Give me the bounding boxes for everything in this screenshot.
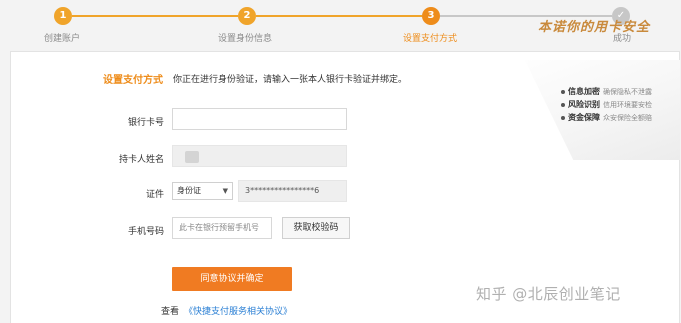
holder-name-label: 持卡人姓名 [118,155,164,165]
id-number-field: 3****************6 [238,180,347,202]
step-3-label: 设置支付方式 [403,34,458,44]
promise-item-risk: 风险识别 信用环境要安检 [561,99,652,110]
phone-input[interactable]: 此卡在银行预留手机号 [172,217,272,239]
holder-name-field [172,145,347,167]
agreement-line: 查看 《快捷支付服务相关协议》 [161,304,292,317]
promise-item-encryption: 信息加密 确保隐私不泄露 [561,86,652,97]
step-2-indicator: 2 [238,7,256,25]
phone-label: 手机号码 [127,227,164,237]
step-3-indicator: 3 [422,7,440,25]
page-title: 设置支付方式 [103,75,163,86]
watermark: 知乎 @北辰创业笔记 [476,285,621,303]
chevron-down-icon: ▼ [222,187,228,195]
bullet-icon [561,102,565,107]
step-1-indicator: 1 [54,7,72,25]
page-description: 你正在进行身份验证，请输入一张本人银行卡验证并绑定。 [173,75,408,85]
step-connector [72,15,238,17]
agree-confirm-button[interactable]: 同意协议并确定 [172,267,292,291]
card-number-input[interactable] [172,108,347,130]
step-connector [256,15,422,17]
id-label: 证件 [145,190,164,200]
agreement-link[interactable]: 《快捷支付服务相关协议》 [184,307,292,317]
bullet-icon [561,89,565,94]
id-type-value: 身份证 [177,186,201,195]
card-number-label: 银行卡号 [127,118,164,128]
promise-item-funds: 资金保障 众安保险全额赔 [561,112,652,123]
id-type-select[interactable]: 身份证 ▼ [172,182,233,200]
step-2-label: 设置身份信息 [218,34,273,44]
masked-name [185,151,199,163]
promise-title: 本诺你的用卡安全 [538,20,651,35]
promise-banner [524,60,680,160]
step-1-label: 创建账户 [44,34,81,44]
get-code-button[interactable]: 获取校验码 [282,217,350,239]
bullet-icon [561,115,565,120]
agreement-prefix: 查看 [161,307,180,317]
